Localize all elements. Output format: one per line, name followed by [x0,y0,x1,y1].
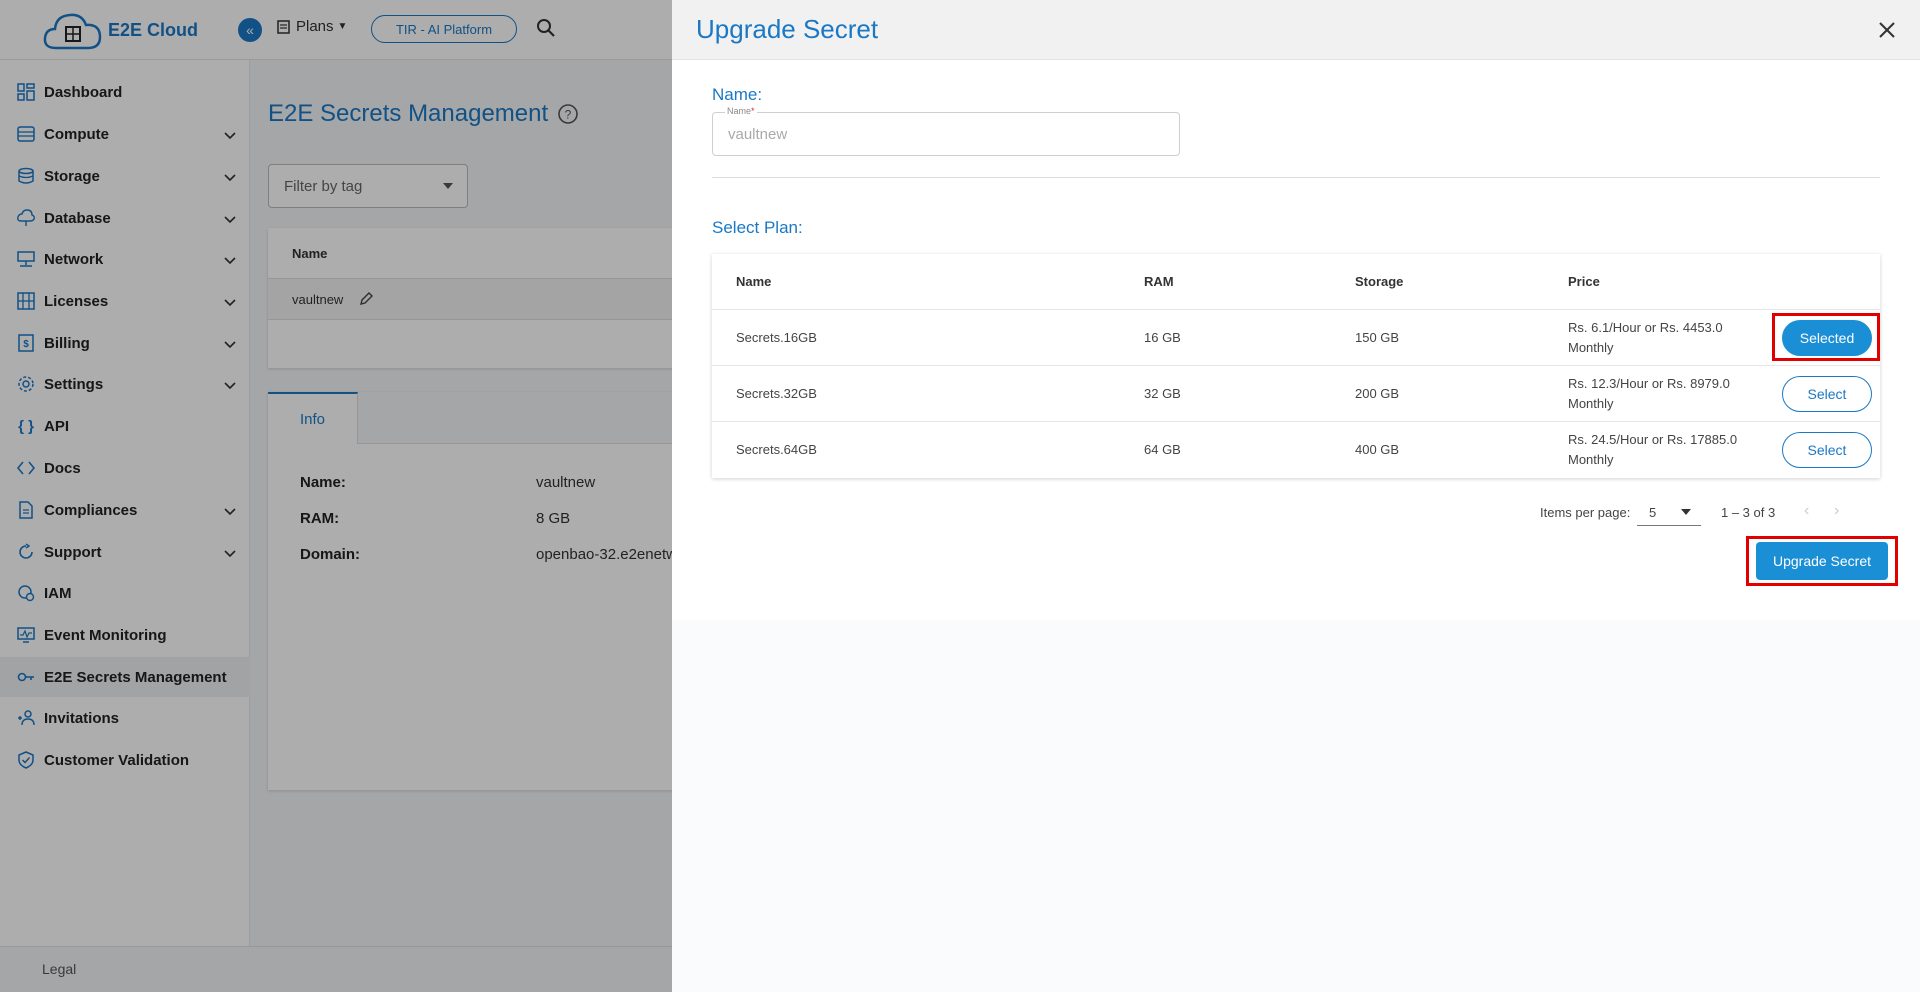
dialog-body: Name: Name* Select Plan: Name RAM Storag… [672,60,1920,620]
close-icon[interactable] [1876,19,1898,41]
items-per-page-select[interactable]: 5 [1637,498,1701,526]
highlight-selected-button [1772,313,1880,361]
plan-name: Secrets.16GB [736,330,817,345]
next-page-button[interactable]: › [1834,502,1839,520]
plan-section-label: Select Plan: [712,218,803,237]
column-header-name: Name [736,274,772,289]
table-row[interactable]: Secrets.64GB 64 GB 400 GB Rs. 24.5/Hour or … [712,422,1880,478]
select-plan-button[interactable]: Select [1782,376,1872,412]
divider [712,177,1880,178]
previous-page-button[interactable]: ‹ [1804,502,1809,520]
items-per-page-label: Items per page: [1540,505,1631,520]
plan-name: Secrets.64GB [736,442,817,457]
name-section-label: Name: [712,85,763,104]
plan-price: Rs. 12.3/Hour or Rs. 8979.0 Monthly [1568,376,1730,411]
plan-ram: 64 GB [1144,442,1181,457]
plan-ram: 32 GB [1144,386,1181,401]
dialog-header: Upgrade Secret [672,0,1920,60]
plan-price: Rs. 24.5/Hour or Rs. 17885.0 Monthly [1568,432,1738,467]
table-row[interactable]: Secrets.16GB 16 GB 150 GB Rs. 6.1/Hour or R… [712,310,1880,366]
items-per-page-value: 5 [1649,505,1657,520]
column-header-price: Price [1568,274,1600,289]
plan-storage: 150 GB [1355,330,1400,345]
plan-name: Secrets.32GB [736,386,817,401]
dialog-title: Upgrade Secret [696,14,879,44]
plan-price: Rs. 6.1/Hour or Rs. 4453.0 Monthly [1568,320,1723,355]
plan-table-header: Name RAM Storage Price [712,254,1880,310]
upgrade-secret-dialog: Upgrade Secret Name: Name* Select Plan: … [672,0,1920,992]
caret-down-icon [1681,509,1691,515]
select-plan-button[interactable]: Select [1782,432,1872,468]
highlight-upgrade-button [1746,536,1898,586]
name-input[interactable] [713,113,1179,155]
column-header-ram: RAM [1144,274,1174,289]
column-header-storage: Storage [1355,274,1404,289]
plan-storage: 200 GB [1355,386,1400,401]
name-field[interactable]: Name* [712,106,1180,156]
plan-storage: 400 GB [1355,442,1400,457]
plan-ram: 16 GB [1144,330,1181,345]
plan-table: Name RAM Storage Price Secrets.16GB 16 GB… [712,254,1880,478]
paginator: Items per page: 5 1 – 3 of 3 ‹ › [672,494,1920,530]
table-row[interactable]: Secrets.32GB 32 GB 200 GB Rs. 12.3/Hour or … [712,366,1880,422]
page-range: 1 – 3 of 3 [1721,505,1776,520]
